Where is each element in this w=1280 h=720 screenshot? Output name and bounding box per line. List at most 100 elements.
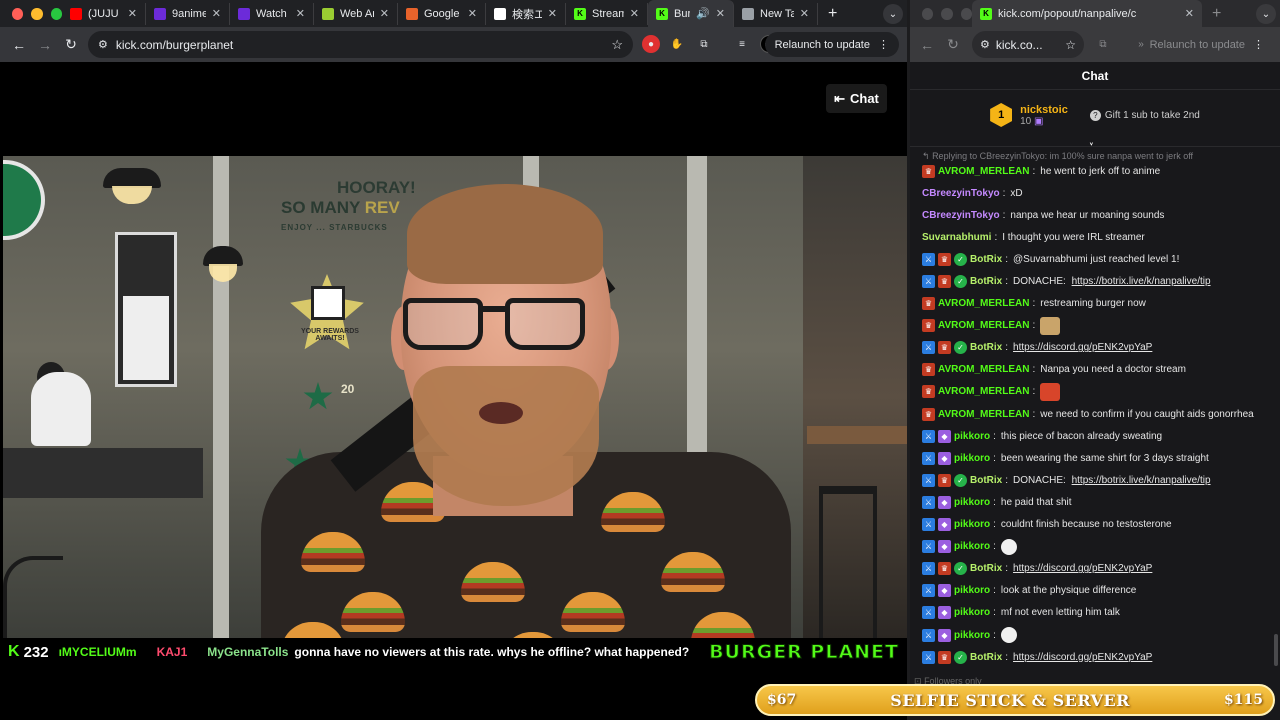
kebab-menu-icon[interactable]: ⋮ xyxy=(878,38,889,51)
maximize-window-button[interactable] xyxy=(960,7,972,20)
close-tab-icon[interactable]: ✕ xyxy=(548,7,557,20)
chat-username[interactable]: AVROM_MERLEAN xyxy=(938,409,1029,420)
tab-9anime[interactable]: 9anime ✕ xyxy=(146,2,230,25)
extension-red-icon[interactable]: ● xyxy=(642,35,660,53)
gift-box-icon: ▣ xyxy=(1034,115,1044,127)
tab-search-button[interactable]: ⌄ xyxy=(1256,4,1276,24)
close-tab-icon[interactable]: ✕ xyxy=(212,7,221,20)
chat-username[interactable]: CBreezyinTokyo xyxy=(922,188,1000,199)
tab-title: New Ta xyxy=(760,7,794,20)
chat-colon: : xyxy=(1005,474,1009,486)
chat-username[interactable]: BotRix xyxy=(970,254,1002,265)
close-tab-icon[interactable]: ✕ xyxy=(630,7,639,20)
close-tab-icon[interactable]: ✕ xyxy=(468,7,477,20)
chat-username[interactable]: pikkoro xyxy=(954,497,990,508)
chat-message: ⚔ ◆ pikkoro: mf not even letting him talk xyxy=(922,602,1278,624)
back-button[interactable]: ← xyxy=(914,37,940,53)
extension-hand-icon[interactable]: ✋ xyxy=(668,35,686,53)
media-queue-icon[interactable]: ≡ xyxy=(733,35,751,53)
chat-username[interactable]: CBreezyinTokyo xyxy=(922,210,1000,221)
tab-kick[interactable]: K Stream ✕ xyxy=(566,2,648,25)
chat-username[interactable]: pikkoro xyxy=(954,519,990,530)
close-tab-icon[interactable]: ✕ xyxy=(1185,7,1194,20)
tab-list: (JUJU ✕ 9anime ✕ Watch I ✕ Web Ar ✕ Google ✕ 検索エン ✕… xyxy=(62,0,818,27)
site-settings-icon[interactable]: ⚙ xyxy=(980,38,990,51)
chat-username[interactable]: Suvarnabhumi xyxy=(922,232,991,243)
back-button[interactable]: ← xyxy=(6,37,32,53)
close-window-button[interactable] xyxy=(922,7,934,20)
close-tab-icon[interactable]: ✕ xyxy=(128,7,137,20)
chat-scrollbar[interactable] xyxy=(1274,634,1278,666)
tab-chrome[interactable]: New Ta ✕ xyxy=(734,2,818,25)
ticker-item: ıMYCELIUMm xyxy=(59,645,143,659)
close-tab-icon[interactable]: ✕ xyxy=(800,7,809,20)
chat-link[interactable]: https://discord.gg/pENK2vpYaP xyxy=(1013,652,1152,663)
close-tab-icon[interactable]: ✕ xyxy=(380,7,389,20)
close-tab-icon[interactable]: ✕ xyxy=(716,7,725,20)
stream-video-player[interactable]: HOORAY! SO MANY REV ENJOY ... STARBUCKS … xyxy=(3,156,907,638)
extensions-puzzle-icon[interactable]: ⧉ xyxy=(695,35,713,53)
kebab-menu-icon[interactable]: ⋮ xyxy=(1253,38,1264,51)
site-settings-icon[interactable]: ⚙ xyxy=(98,38,108,51)
chat-text: xD xyxy=(1010,187,1023,199)
gift-leaderboard: 1 nickstoic 10 ▣ ? Gift 1 sub to take 2n… xyxy=(910,90,1280,140)
tab-search-button[interactable]: ⌄ xyxy=(883,4,903,24)
forward-button[interactable]: → xyxy=(32,37,58,53)
chat-username[interactable]: BotRix xyxy=(970,563,1002,574)
chat-username[interactable]: BotRix xyxy=(970,475,1002,486)
bookmark-star-icon[interactable]: ☆ xyxy=(1065,38,1076,52)
close-tab-icon[interactable]: ✕ xyxy=(296,7,305,20)
maximize-window-button[interactable] xyxy=(50,7,62,20)
relaunch-button[interactable]: Relaunch to update ⋮ xyxy=(764,32,899,57)
tab-youtube[interactable]: (JUJU ✕ xyxy=(62,2,146,25)
tab-google[interactable]: Google ✕ xyxy=(398,2,486,25)
ceiling-lamp xyxy=(103,168,161,188)
chat-username[interactable]: BotRix xyxy=(970,652,1002,663)
close-window-button[interactable] xyxy=(12,7,24,20)
chat-username[interactable]: pikkoro xyxy=(954,431,990,442)
reload-button[interactable]: ↻ xyxy=(58,36,84,53)
speaker-icon[interactable]: 🔊 xyxy=(696,7,710,20)
relaunch-button[interactable]: Relaunch to update ⋮ xyxy=(1142,32,1272,57)
og-badge-icon: ♛ xyxy=(922,297,935,311)
chat-link[interactable]: https://discord.gg/pENK2vpYaP xyxy=(1013,342,1152,353)
chat-username[interactable]: pikkoro xyxy=(954,607,990,618)
extensions-puzzle-icon[interactable]: ⧉ xyxy=(1094,35,1112,53)
chat-username[interactable]: pikkoro xyxy=(954,453,990,464)
bookmark-star-icon[interactable]: ☆ xyxy=(611,37,623,53)
tab-webar[interactable]: Web Ar ✕ xyxy=(314,2,398,25)
chat-username[interactable]: BotRix xyxy=(970,342,1002,353)
chat-username[interactable]: AVROM_MERLEAN xyxy=(938,386,1029,397)
address-url: kick.co... xyxy=(995,37,1043,52)
leader-name[interactable]: nickstoic xyxy=(1020,104,1068,116)
angry-emote xyxy=(1040,382,1061,401)
chat-colon: : xyxy=(1032,386,1036,398)
chat-username[interactable]: BotRix xyxy=(970,276,1002,287)
gift-sub-prompt[interactable]: ? Gift 1 sub to take 2nd xyxy=(1089,109,1200,121)
chat-username[interactable]: pikkoro xyxy=(954,585,990,596)
ticker-item: MyGennaTolls gonna have no viewers at thi… xyxy=(207,645,689,659)
tab-kick[interactable]: K Burg 🔊 ✕ xyxy=(648,0,734,27)
chat-link[interactable]: https://discord.gg/pENK2vpYaP xyxy=(1013,563,1152,574)
chat-username[interactable]: pikkoro xyxy=(954,541,990,552)
chat-username[interactable]: AVROM_MERLEAN xyxy=(938,364,1029,375)
chat-link[interactable]: https://botrix.live/k/nanpalive/tip xyxy=(1072,475,1211,486)
chat-username[interactable]: AVROM_MERLEAN xyxy=(938,320,1029,331)
tab-search-engine[interactable]: 検索エン ✕ xyxy=(486,2,566,25)
chat-username[interactable]: AVROM_MERLEAN xyxy=(938,298,1029,309)
chat-toggle-button[interactable]: ⇤ Chat xyxy=(826,84,887,113)
chat-link[interactable]: https://botrix.live/k/nanpalive/tip xyxy=(1072,276,1211,287)
address-bar[interactable]: ⚙ kick.co... ☆ xyxy=(972,31,1084,58)
new-tab-button[interactable]: + xyxy=(818,5,847,23)
address-bar[interactable]: ⚙ kick.com/burgerplanet ☆ xyxy=(88,31,633,58)
chat-username[interactable]: AVROM_MERLEAN xyxy=(938,166,1029,177)
chat-username[interactable]: pikkoro xyxy=(954,630,990,641)
minimize-window-button[interactable] xyxy=(941,7,953,20)
kick-icon: K xyxy=(656,7,668,20)
chat-message: ⚔ ♛ ✓ BotRix: @Suvarnabhumi just reached lev… xyxy=(922,248,1278,270)
minimize-window-button[interactable] xyxy=(31,7,43,20)
new-tab-button[interactable]: + xyxy=(1202,5,1231,23)
tab-watch[interactable]: Watch I ✕ xyxy=(230,2,314,25)
tab-chat-popout[interactable]: K kick.com/popout/nanpalive/c ✕ xyxy=(972,0,1202,27)
reload-button[interactable]: ↻ xyxy=(940,36,966,53)
